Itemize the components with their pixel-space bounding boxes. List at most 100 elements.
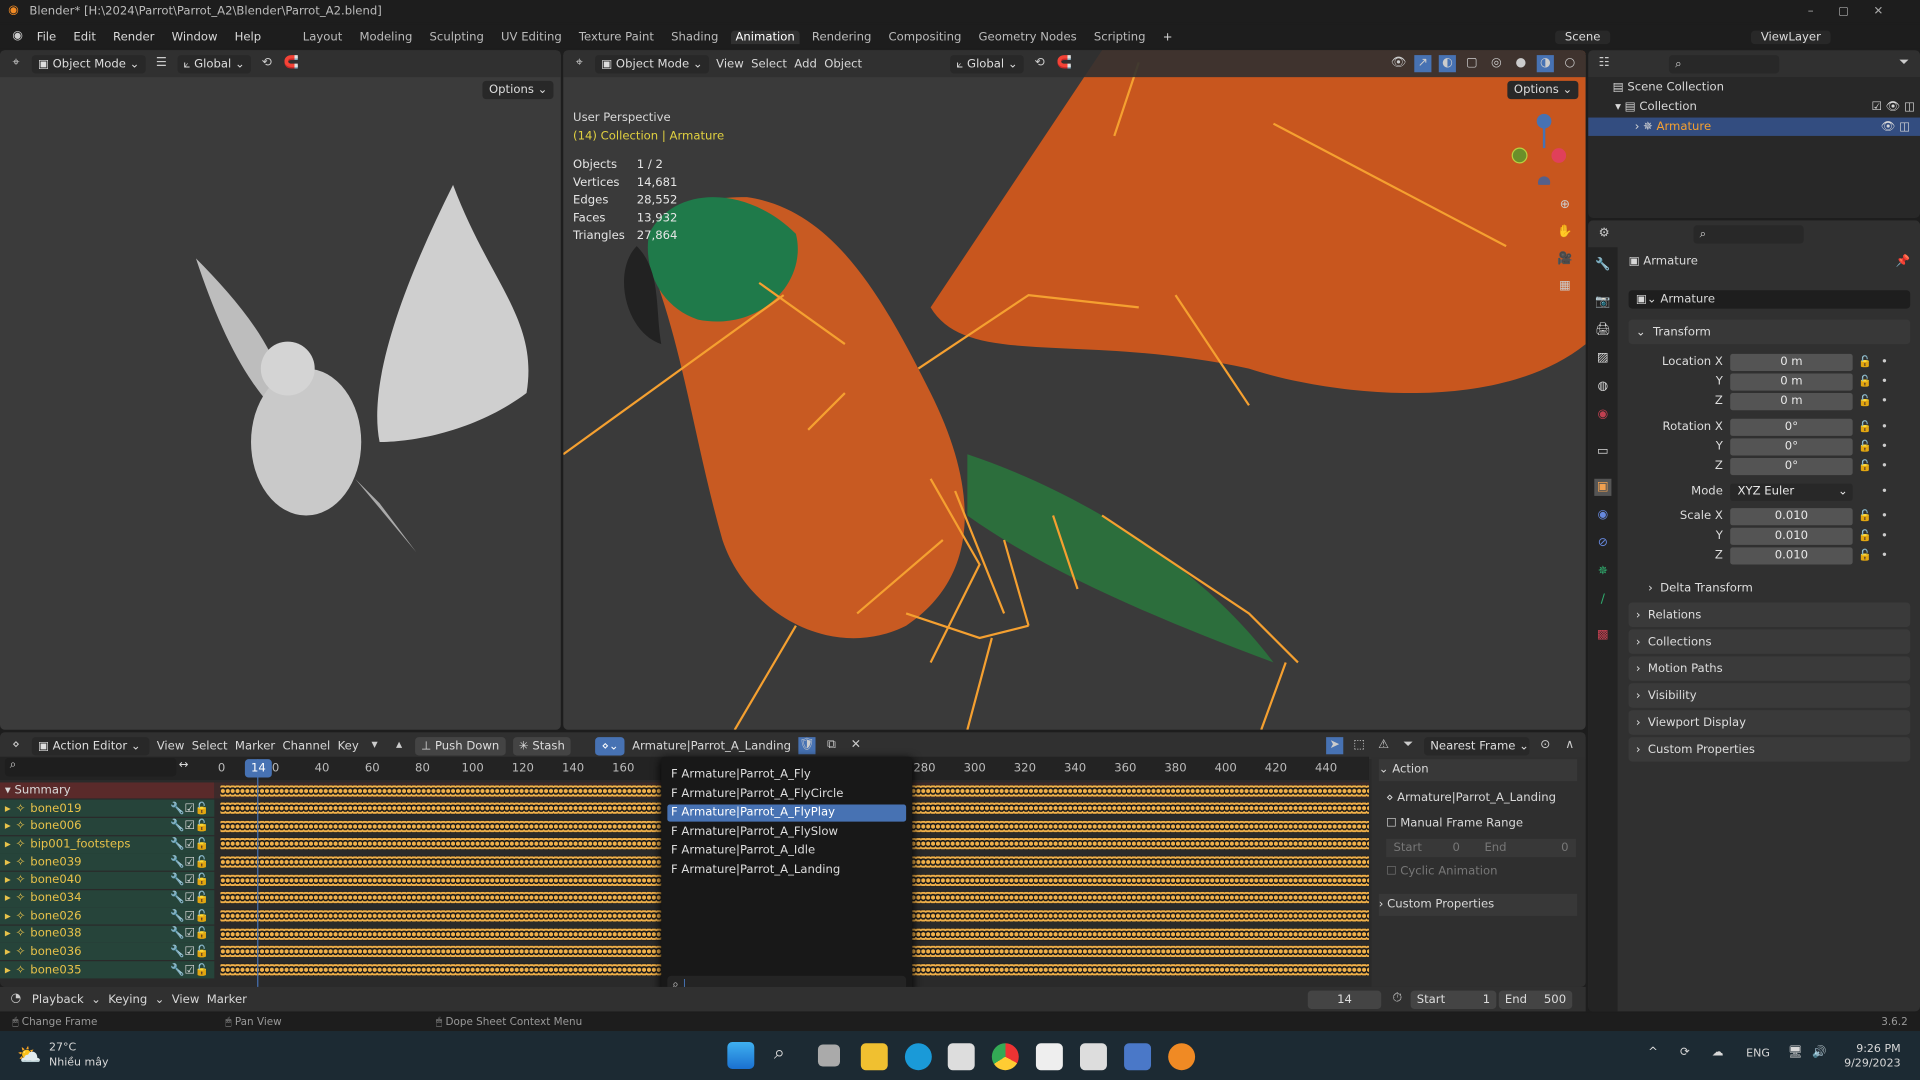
channel-toggles[interactable]: 🔧☑🔓 [170,802,214,815]
stash-button[interactable]: ✳ Stash [512,736,571,755]
channel-bone040[interactable]: ▸ ✧ bone040 🔧☑🔓 [0,871,215,889]
channel-bone034[interactable]: ▸ ✧ bone034 🔧☑🔓 [0,889,215,907]
shading-rendered-icon[interactable]: ○ [1561,55,1578,72]
current-frame-field[interactable]: 14 [1307,990,1382,1009]
editor-type-icon[interactable]: ⌖ [571,55,588,72]
panel-custom-properties[interactable]: › Custom Properties [1628,737,1911,762]
workspace-tab-scripting[interactable]: Scripting [1089,30,1151,43]
menu-view[interactable]: View [157,739,185,752]
ms-store-icon[interactable] [1035,1043,1063,1071]
channel-toggles[interactable]: 🔧☑🔓 [170,891,214,904]
channel-bone026[interactable]: ▸ ✧ bone026 🔧☑🔓 [0,907,215,925]
panel-viewport-display[interactable]: › Viewport Display [1628,710,1911,735]
options-dropdown[interactable]: Options ⌄ [1507,80,1579,100]
channel-toggles[interactable]: 🔧☑🔓 [170,820,214,833]
keyframe-dot[interactable]: • [1877,355,1892,368]
panel-collections[interactable]: › Collections [1628,629,1911,654]
orientation-dropdown[interactable]: ⟀ Global ⌄ [177,54,251,73]
armature-data-tab-icon[interactable]: ✵ [1594,563,1611,580]
app-icon[interactable] [1080,1043,1107,1071]
channel-row[interactable]: ▸ ✧ bone034 🔧☑🔓 [0,889,215,907]
layer-down-icon[interactable]: ▾ [366,737,383,754]
object-tab-icon[interactable]: ▣ [1594,478,1612,496]
outliner-search[interactable]: ⌕ [1668,54,1780,73]
workspace-tab-texture-paint[interactable]: Texture Paint [574,30,659,43]
keyframe-dot[interactable]: • [1877,440,1892,453]
swap-icon[interactable]: ↔ [179,758,189,771]
mode-dropdown[interactable]: ▣ Object Mode ⌄ [595,54,709,73]
view-layer-tab-icon[interactable]: ▨ [1594,350,1611,367]
channel-bip001_footsteps[interactable]: ▸ ✧ bip001_footsteps 🔧☑🔓 [0,835,215,853]
collection-tab-icon[interactable]: ▭ [1594,443,1611,460]
clock[interactable]: 9:26 PM 9/29/2023 [1844,1042,1901,1071]
pan-hand-icon[interactable]: ✋ [1556,224,1573,241]
channel-toggles[interactable]: 🔧☑🔓 [170,927,214,940]
editor-type-icon[interactable]: ☷ [1596,55,1613,72]
workspace-tab-geometry-nodes[interactable]: Geometry Nodes [974,30,1082,43]
channel-search-input[interactable]: ⌕ [4,757,177,777]
scale-y-field[interactable]: 0.010 [1730,527,1853,545]
pivot-icon[interactable]: ⟲ [1031,55,1048,72]
menu-add[interactable]: Add [794,57,817,70]
current-frame-indicator[interactable]: 14 [244,759,272,778]
channel-toggles[interactable]: 🔧☑🔓 [170,963,214,976]
workspace-tab-layout[interactable]: Layout [298,30,347,43]
lock-icon[interactable]: 🔓 [1853,375,1877,387]
menu-view[interactable]: View [716,57,744,70]
channel-row[interactable]: ▸ ✧ bone019 🔧☑🔓 [0,799,215,818]
keyframe-dot[interactable]: • [1877,549,1892,562]
keyframe-dot[interactable]: • [1877,375,1892,388]
push-down-button[interactable]: ⊥ Push Down [415,736,506,755]
menu-icon[interactable]: ☰ [153,55,170,72]
visibility-icon[interactable]: 👁 [1390,55,1407,72]
scale-x-field[interactable]: 0.010 [1730,507,1853,525]
lock-icon[interactable]: 🔓 [1853,510,1877,522]
editor-type-icon[interactable]: ⋄ [7,737,24,754]
rotation-z-field[interactable]: 0° [1730,457,1853,475]
lock-icon[interactable]: 🔓 [1853,356,1877,368]
location-y-field[interactable]: 0 m [1730,372,1853,391]
only-selected-icon[interactable]: ➤ [1326,737,1344,755]
unlink-action-icon[interactable]: ✕ [847,737,864,754]
channel-row[interactable]: ▸ ✧ bone040 🔧☑🔓 [0,871,215,889]
tool-tab-icon[interactable]: 🔧 [1594,257,1611,274]
menu-edit[interactable]: Edit [68,30,100,43]
action-panel-action[interactable]: ⋄ Armature|Parrot_A_Landing [1386,791,1556,804]
channel-row[interactable]: ▸ ✧ bone038 🔧☑🔓 [0,925,215,943]
weather-widget[interactable]: 27°C Nhiều mây [49,1041,109,1070]
render-tab-icon[interactable]: 📷 [1594,294,1611,311]
outliner-collection[interactable]: ▾ ▤ Collection ☑ 👁 ◫ [1615,100,1915,113]
panel-delta-transform[interactable]: › Delta Transform [1629,576,1911,600]
workspace-tab-compositing[interactable]: Compositing [884,30,967,43]
transform-panel-header[interactable]: ⌄ Transform [1628,319,1911,345]
duplicate-action-icon[interactable]: ⧉ [823,737,840,754]
start-frame-field[interactable]: Start 1 [1410,990,1497,1009]
action-panel-header[interactable]: ⌄ Action [1378,759,1578,782]
layer-up-icon[interactable]: ▴ [391,737,408,754]
snap-icon[interactable]: 🧲 [1056,55,1073,72]
only-errors-icon[interactable]: ⚠ [1375,737,1392,754]
sync-icon[interactable]: ⟳ [1680,1046,1690,1059]
fake-user-icon[interactable]: 🛡 [798,737,816,755]
edge-icon[interactable] [904,1043,932,1071]
channel-bone035[interactable]: ▸ ✧ bone035 🔧☑🔓 [0,961,215,979]
channel-toggles[interactable]: 🔧☑🔓 [170,874,214,887]
camera-icon[interactable]: 🎥 [1556,251,1573,268]
navigation-gizmo[interactable] [1507,111,1568,189]
snap-icon[interactable]: 🧲 [283,55,300,72]
grid-icon[interactable]: ▦ [1556,278,1573,295]
mode-dropdown[interactable]: ▣ Object Mode ⌄ [31,54,146,73]
snap-mode-dropdown[interactable]: Nearest Frame ⌄ [1424,736,1530,755]
app-m-icon[interactable] [1124,1043,1152,1071]
menu-object[interactable]: Object [824,57,862,70]
menu-channel[interactable]: Channel [282,739,330,752]
channel-bone039[interactable]: ▸ ✧ bone039 🔧☑🔓 [0,853,215,871]
menu-select[interactable]: Select [751,57,787,70]
falloff-icon[interactable]: ∧ [1561,737,1578,754]
workspace-tab-uv-editing[interactable]: UV Editing [496,30,566,43]
lock-icon[interactable]: 🔓 [1853,440,1877,452]
lock-icon[interactable]: 🔓 [1853,549,1877,561]
workspace-tab-sculpting[interactable]: Sculpting [425,30,489,43]
panel-relations[interactable]: › Relations [1628,602,1911,627]
action-option[interactable]: F Armature|Parrot_A_FlyPlay [667,804,907,822]
